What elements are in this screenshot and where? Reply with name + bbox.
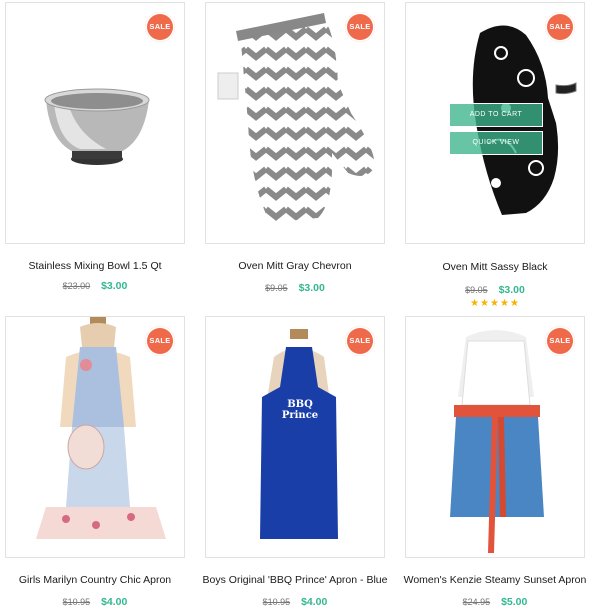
product-title[interactable]: Boys Original 'BBQ Prince' Apron - Blue	[195, 574, 395, 586]
product-title[interactable]: Oven Mitt Sassy Black	[395, 261, 592, 273]
product-image-frame[interactable]: SALE ADD TO CART QUICK VIEW	[405, 2, 585, 244]
product-image-frame[interactable]: SALE	[5, 316, 185, 558]
original-price: $24.95	[462, 597, 491, 607]
sale-price: $5.00	[501, 596, 528, 608]
apron-print-text: BBQ Prince	[281, 399, 319, 421]
product-image-frame[interactable]: BBQ Prince SALE	[205, 316, 385, 558]
product-title[interactable]: Girls Marilyn Country Chic Apron	[0, 574, 195, 586]
sale-badge: SALE	[145, 326, 175, 356]
product-prices: $9.05 $3.00	[405, 284, 585, 296]
product-image-frame[interactable]: SALE	[205, 2, 385, 244]
product-prices: $10.95 $4.00	[5, 596, 185, 608]
original-price: $9.05	[465, 285, 488, 295]
add-to-cart-button[interactable]: ADD TO CART	[449, 103, 543, 127]
product-title[interactable]: Stainless Mixing Bowl 1.5 Qt	[0, 260, 195, 272]
original-price: $23.00	[62, 281, 91, 291]
product-prices: $24.95 $5.00	[405, 596, 585, 608]
sale-price: $4.00	[301, 596, 328, 608]
quick-view-button[interactable]: QUICK VIEW	[449, 131, 543, 155]
product-prices: $10.95 $4.00	[205, 596, 385, 608]
sale-price: $4.00	[101, 596, 128, 608]
sale-badge: SALE	[345, 12, 375, 42]
rating-stars: ★★★★★	[470, 298, 520, 309]
product-image-frame[interactable]: SALE	[405, 316, 585, 558]
product-prices: $23.00 $3.00	[5, 280, 185, 292]
product-prices: $9.05 $3.00	[205, 282, 385, 294]
product-title[interactable]: Oven Mitt Gray Chevron	[195, 260, 395, 272]
sale-price: $3.00	[298, 282, 325, 294]
original-price: $9.05	[265, 283, 288, 293]
original-price: $10.95	[62, 597, 91, 607]
sale-price: $3.00	[101, 280, 128, 292]
product-title[interactable]: Women's Kenzie Steamy Sunset Apron	[395, 574, 592, 586]
product-image-frame[interactable]: SALE	[5, 2, 185, 244]
sale-price: $3.00	[498, 284, 525, 296]
sale-badge: SALE	[145, 12, 175, 42]
sale-badge: SALE	[345, 326, 375, 356]
sale-badge: SALE	[545, 326, 575, 356]
original-price: $10.95	[262, 597, 291, 607]
sale-badge: SALE	[545, 12, 575, 42]
